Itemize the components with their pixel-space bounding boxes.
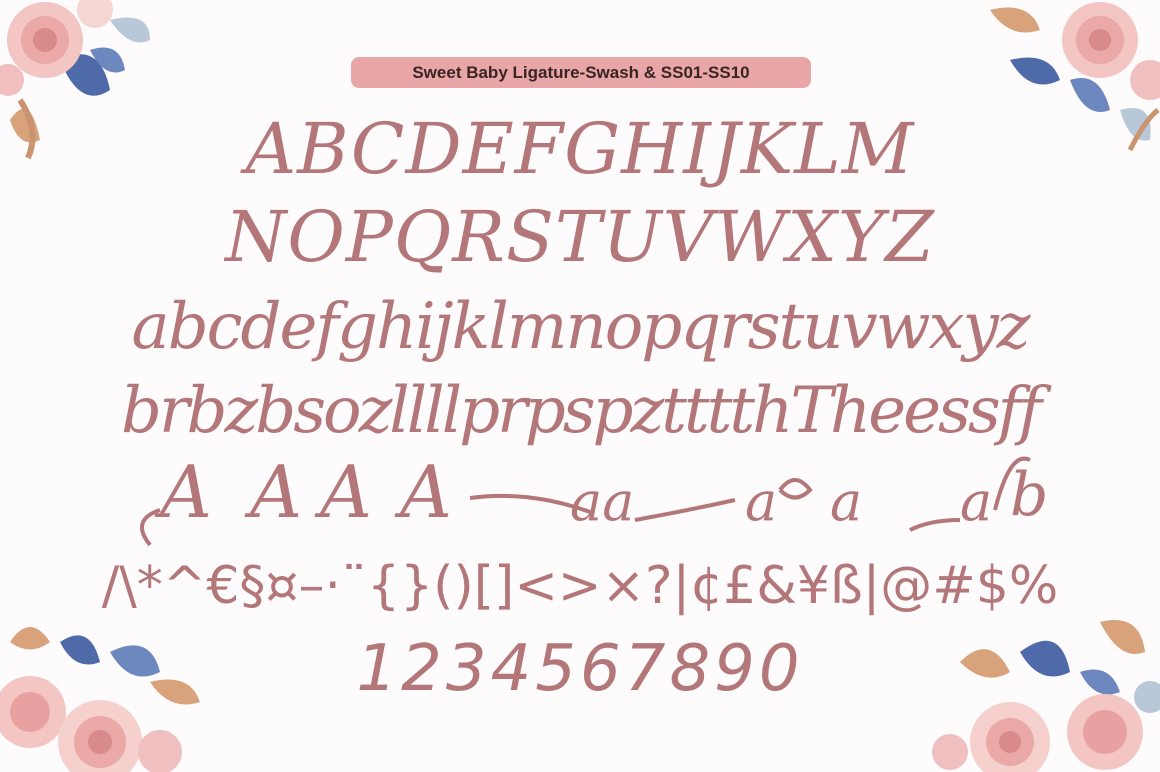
swash-a-2: A — [250, 450, 302, 534]
title-badge: Sweet Baby Ligature-Swash & SS01-SS10 — [351, 57, 811, 88]
swash-a-3: A — [320, 450, 372, 534]
numbers-row: 1234567890 — [356, 632, 804, 706]
symbols-row: /\*^€§¤–·¨{}()[]<>×?|¢£&¥ß|@#$% — [101, 556, 1059, 616]
swash-aa: aa — [570, 470, 635, 533]
swash-a-5: a — [745, 470, 778, 533]
swash-b: b — [1010, 460, 1049, 530]
lowercase-row: abcdefghijklmnopqrstuvwxyz — [131, 290, 1031, 364]
uppercase-row-2: NOPQRSTUVWXYZ — [225, 196, 935, 278]
ligatures-row: brbzbsozllllprpspztttthTheessff — [120, 374, 1042, 448]
swash-a-7: a — [960, 470, 993, 533]
uppercase-row-1: ABCDEFGHIJKLM — [245, 108, 915, 190]
swash-alternates-row: A A A A aa a a a b — [130, 450, 1060, 560]
swash-a-1: A — [160, 450, 212, 534]
swash-a-6: a — [830, 470, 863, 533]
swash-a-4: A — [400, 450, 452, 534]
